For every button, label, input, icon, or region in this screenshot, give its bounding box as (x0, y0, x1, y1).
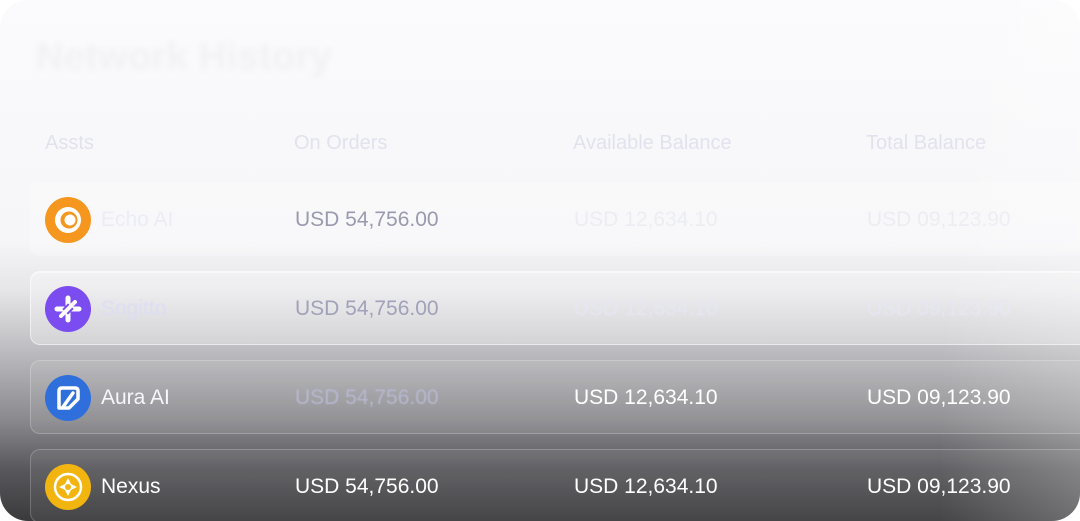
table-row[interactable]: Aura AI USD 54,756.00 USD 12,634.10 USD … (30, 360, 1080, 434)
column-header-on-orders[interactable]: On Orders (294, 132, 387, 155)
asset-name: Aura AI (101, 386, 170, 409)
column-header-assets[interactable]: Assts (45, 132, 94, 155)
on-orders-value: USD 54,756.00 (295, 386, 439, 409)
nexus-logo-icon (45, 464, 91, 510)
available-balance-value: USD 12,634.10 (574, 297, 718, 320)
echo-ai-logo-icon (45, 197, 91, 243)
table-row[interactable]: Echo AI USD 54,756.00 USD 12,634.10 USD … (30, 182, 1080, 256)
on-orders-value: USD 54,756.00 (295, 475, 439, 498)
on-orders-value: USD 54,756.00 (295, 208, 439, 231)
aura-ai-logo-icon (45, 375, 91, 421)
table-row[interactable]: Nexus USD 54,756.00 USD 12,634.10 USD 09… (30, 449, 1080, 521)
asset-name: Nexus (101, 475, 161, 498)
total-balance-value: USD 09,123.90 (867, 386, 1011, 409)
asset-name: Sogitto (101, 297, 167, 320)
asset-name: Echo AI (101, 208, 174, 231)
on-orders-value: USD 54,756.00 (295, 297, 439, 320)
column-header-total-balance[interactable]: Total Balance (866, 132, 986, 155)
sogitto-logo-icon (45, 286, 91, 332)
total-balance-value: USD 09,123.90 (867, 475, 1011, 498)
total-balance-value: USD 09,123.90 (867, 208, 1011, 231)
available-balance-value: USD 12,634.10 (574, 208, 718, 231)
available-balance-value: USD 12,634.10 (574, 475, 718, 498)
column-header-available-balance[interactable]: Available Balance (573, 132, 732, 155)
available-balance-value: USD 12,634.10 (574, 386, 718, 409)
table-row[interactable]: Sogitto USD 54,756.00 USD 12,634.10 USD … (30, 271, 1080, 345)
card-title: Network History (36, 36, 332, 78)
portfolio-card: Network History Assts On Orders Availabl… (0, 0, 1080, 521)
total-balance-value: USD 09,123.90 (867, 297, 1011, 320)
